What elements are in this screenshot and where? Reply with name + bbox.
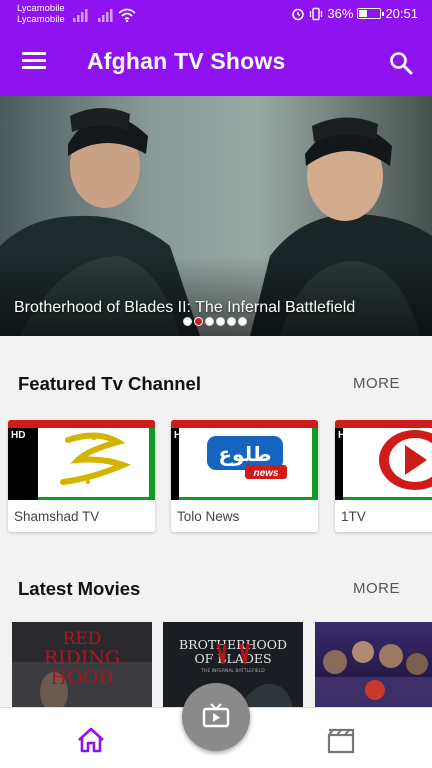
status-bar: Lycamobile Lycamobile 36% 20:51 <box>0 0 432 30</box>
latest-more-button[interactable]: MORE <box>353 580 400 597</box>
svg-text:THE INFERNAL BATTLEFIELD: THE INFERNAL BATTLEFIELD <box>200 668 265 674</box>
channel-name: 1TV <box>341 509 366 524</box>
pagination-dot[interactable] <box>183 317 192 326</box>
vibrate-icon <box>310 7 323 20</box>
shamshad-logo: HD <box>8 420 155 500</box>
latest-section-title: Latest Movies <box>18 578 141 599</box>
channel-card-1tv[interactable]: HD 1TV <box>335 420 432 532</box>
pagination-dot[interactable] <box>194 317 203 326</box>
wifi-icon <box>118 8 136 22</box>
svg-text:HOOD: HOOD <box>51 667 114 689</box>
live-tv-icon <box>202 703 230 728</box>
pagination-dot[interactable] <box>216 317 225 326</box>
svg-text:RED: RED <box>63 629 102 649</box>
banner-pagination[interactable] <box>183 317 247 326</box>
svg-text:RIDING: RIDING <box>44 647 120 669</box>
movie-poster <box>315 622 432 708</box>
channel-name: Tolo News <box>177 509 240 524</box>
movie-card-avengers[interactable] <box>315 622 432 708</box>
signal-icon <box>73 9 88 22</box>
pagination-dot[interactable] <box>205 317 214 326</box>
clock: 20:51 <box>385 6 418 21</box>
banner-title: Brotherhood of Blades II: The Infernal B… <box>14 299 356 316</box>
channel-name: Shamshad TV <box>14 509 100 524</box>
channel-card-tolo-news[interactable]: HD طلوع news Tolo News <box>171 420 318 532</box>
movies-icon[interactable] <box>327 728 355 754</box>
tolo-news-logo: HD طلوع news <box>171 420 318 500</box>
svg-text:HD: HD <box>11 430 25 441</box>
svg-text:news: news <box>253 468 278 479</box>
svg-text:HD: HD <box>338 430 352 441</box>
alarm-icon <box>292 8 305 20</box>
live-tv-button[interactable] <box>182 683 250 751</box>
pagination-dot[interactable] <box>238 317 247 326</box>
featured-banner[interactable]: Brotherhood of Blades II: The Infernal B… <box>0 96 432 336</box>
svg-text:طلوع: طلوع <box>218 442 271 466</box>
battery-percent: 36% <box>327 6 354 21</box>
movie-poster: RED RIDING HOOD <box>12 622 152 708</box>
app-title: Afghan TV Shows <box>87 48 286 74</box>
1tv-logo: HD <box>335 420 432 500</box>
battery-icon <box>357 8 385 19</box>
app-bar: Afghan TV Shows <box>0 30 432 96</box>
featured-section-title: Featured Tv Channel <box>18 373 201 394</box>
menu-icon[interactable] <box>22 52 46 72</box>
movie-card-red-riding-hood[interactable]: RED RIDING HOOD <box>12 622 152 708</box>
svg-text:BROTHERHOOD: BROTHERHOOD <box>179 637 287 652</box>
channel-card-shamshad[interactable]: HD Shamshad TV <box>8 420 155 532</box>
carrier-2-label: Lycamobile <box>17 14 65 25</box>
svg-text:HD: HD <box>174 430 188 441</box>
signal-icon-2 <box>98 9 113 22</box>
home-icon[interactable] <box>77 727 105 753</box>
carrier-labels: Lycamobile Lycamobile <box>17 3 65 25</box>
pagination-dot[interactable] <box>227 317 236 326</box>
carrier-1-label: Lycamobile <box>17 3 65 14</box>
svg-text:OF BLADES: OF BLADES <box>194 651 271 666</box>
search-icon[interactable] <box>388 50 414 76</box>
featured-more-button[interactable]: MORE <box>353 375 400 392</box>
status-right: 36% 20:51 <box>291 6 418 21</box>
